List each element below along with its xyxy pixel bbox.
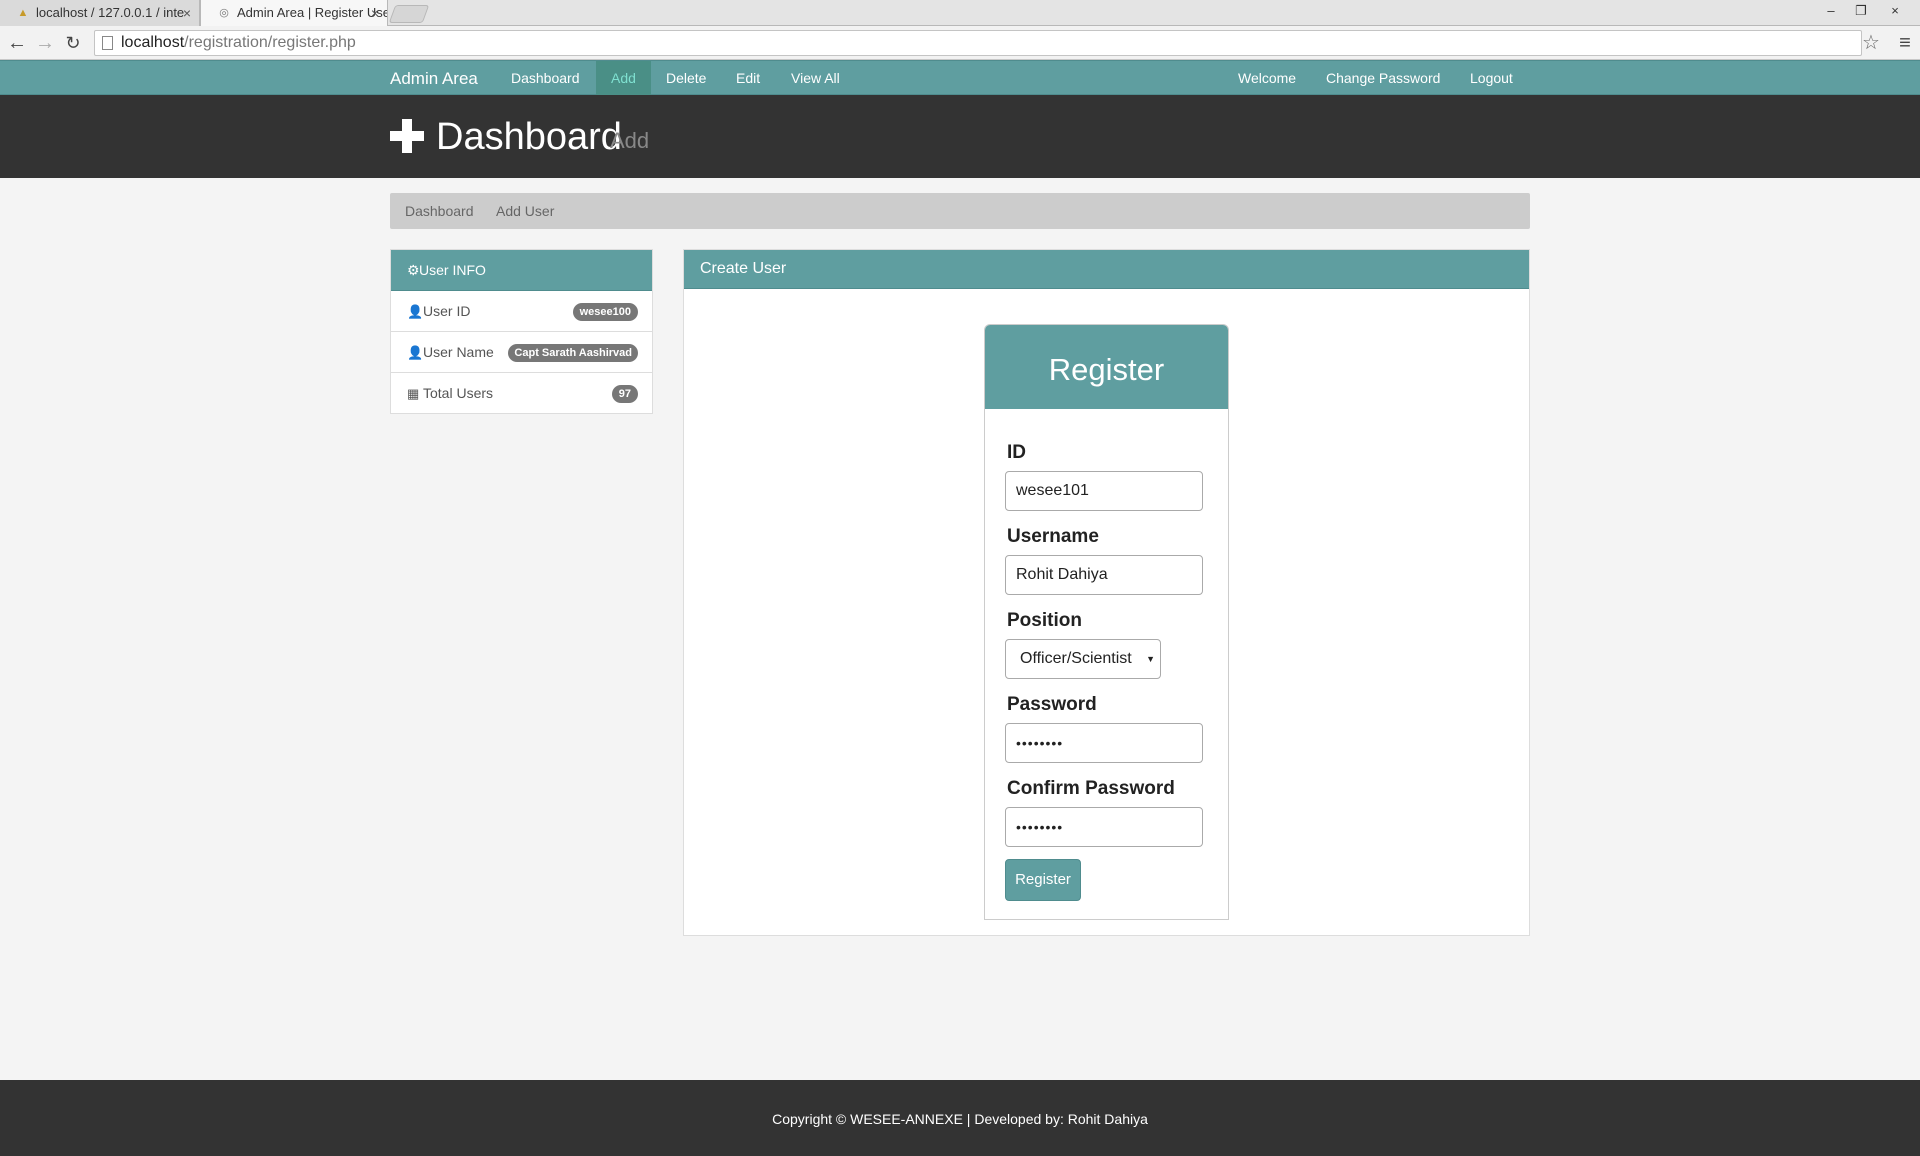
phpmyadmin-favicon-icon: ▲ bbox=[17, 7, 29, 19]
page-icon bbox=[102, 36, 113, 50]
user-info-panel: ⚙User INFO 👤User ID wesee100 👤User Name … bbox=[390, 249, 653, 414]
tab-close-icon[interactable]: × bbox=[371, 0, 379, 26]
create-user-header: Create User bbox=[684, 250, 1529, 289]
register-button[interactable]: Register bbox=[1005, 859, 1081, 901]
nav-dashboard[interactable]: Dashboard bbox=[496, 61, 595, 96]
url-field[interactable]: localhost/registration/register.php bbox=[94, 30, 1862, 56]
page-subtitle: Add bbox=[610, 128, 650, 153]
user-id-label: User ID bbox=[423, 303, 471, 319]
username-label: Username bbox=[1007, 526, 1099, 547]
register-title: Register bbox=[985, 325, 1228, 409]
user-icon: 👤 bbox=[407, 345, 424, 360]
reload-icon[interactable]: ↻ bbox=[60, 30, 86, 56]
user-name-label: User Name bbox=[423, 344, 494, 360]
position-label: Position bbox=[1007, 610, 1082, 631]
breadcrumb-dashboard[interactable]: Dashboard bbox=[405, 193, 474, 229]
page-header: Dashboard Add bbox=[0, 95, 1920, 178]
confirm-password-input[interactable]: •••••••• bbox=[1005, 807, 1203, 847]
tab-close-icon[interactable]: × bbox=[183, 0, 191, 26]
nav-logout[interactable]: Logout bbox=[1455, 61, 1528, 96]
footer: Copyright © WESEE-ANNEXE | Developed by:… bbox=[0, 1080, 1920, 1156]
new-tab-button[interactable] bbox=[388, 5, 430, 23]
footer-copyright: Copyright © WESEE-ANNEXE | Developed by:… bbox=[772, 1111, 1148, 1127]
total-users-label: Total Users bbox=[423, 385, 494, 401]
nav-delete[interactable]: Delete bbox=[651, 61, 721, 96]
grid-icon: ▦ bbox=[407, 386, 420, 401]
total-users-row: ▦ Total Users 97 bbox=[391, 373, 652, 414]
position-select[interactable]: Officer/Scientist ▼ bbox=[1005, 639, 1161, 679]
restore-button[interactable]: ❐ bbox=[1846, 0, 1876, 22]
password-label: Password bbox=[1007, 694, 1097, 715]
total-users-badge: 97 bbox=[611, 385, 638, 403]
browser-tab-register[interactable]: ◎ Admin Area | Register Use × bbox=[200, 0, 388, 26]
top-navbar: Admin Area Dashboard Add Delete Edit Vie… bbox=[0, 60, 1920, 96]
page-favicon-icon: ◎ bbox=[219, 7, 229, 19]
gear-icon: ⚙ bbox=[407, 262, 420, 278]
nav-welcome[interactable]: Welcome bbox=[1223, 61, 1311, 96]
confirm-password-label: Confirm Password bbox=[1007, 778, 1175, 799]
tab-title: localhost / 127.0.0.1 / inte bbox=[36, 5, 185, 20]
browser-toolbar: ← → ↻ localhost/registration/register.ph… bbox=[0, 26, 1920, 60]
back-arrow-icon[interactable]: ← bbox=[4, 30, 30, 56]
breadcrumb: Dashboard Add User bbox=[390, 193, 1530, 229]
bookmark-star-icon[interactable]: ☆ bbox=[1858, 30, 1884, 56]
create-user-panel: Create User Register ID Username Positio… bbox=[683, 249, 1530, 936]
user-name-row: 👤User Name Capt Sarath Aashirvad bbox=[391, 332, 652, 373]
browser-tab-phpmyadmin[interactable]: ▲ localhost / 127.0.0.1 / inte × bbox=[0, 0, 200, 26]
user-id-badge: wesee100 bbox=[572, 303, 638, 321]
user-id-row: 👤User ID wesee100 bbox=[391, 291, 652, 332]
user-icon: 👤 bbox=[407, 304, 424, 319]
position-selected-value: Officer/Scientist bbox=[1020, 650, 1132, 667]
nav-change-password[interactable]: Change Password bbox=[1311, 61, 1455, 96]
user-info-header: ⚙User INFO bbox=[391, 250, 652, 291]
register-form: Register ID Username Position Officer/Sc… bbox=[984, 324, 1229, 920]
user-name-badge: Capt Sarath Aashirvad bbox=[508, 344, 638, 362]
url-path: /registration/register.php bbox=[184, 34, 356, 51]
window-close-button[interactable]: × bbox=[1880, 0, 1910, 22]
username-input[interactable] bbox=[1005, 555, 1203, 595]
plus-icon bbox=[390, 119, 424, 153]
browser-menu-icon[interactable]: ≡ bbox=[1892, 30, 1918, 56]
page-title: Dashboard bbox=[436, 116, 622, 158]
nav-edit[interactable]: Edit bbox=[721, 61, 775, 96]
minimize-button[interactable]: – bbox=[1816, 0, 1846, 22]
brand-link[interactable]: Admin Area bbox=[390, 61, 478, 96]
id-input[interactable] bbox=[1005, 471, 1203, 511]
tab-title: Admin Area | Register Use bbox=[237, 5, 387, 20]
nav-view-all[interactable]: View All bbox=[776, 61, 855, 96]
id-label: ID bbox=[1007, 442, 1026, 463]
nav-add[interactable]: Add bbox=[596, 61, 651, 96]
url-host: localhost bbox=[121, 34, 185, 51]
password-input[interactable]: •••••••• bbox=[1005, 723, 1203, 763]
breadcrumb-add-user: Add User bbox=[496, 203, 555, 219]
forward-arrow-icon[interactable]: → bbox=[32, 30, 58, 56]
browser-tabstrip: ▲ localhost / 127.0.0.1 / inte × ◎ Admin… bbox=[0, 0, 1920, 26]
caret-down-icon: ▼ bbox=[1146, 654, 1155, 664]
user-info-title: User INFO bbox=[419, 262, 486, 278]
